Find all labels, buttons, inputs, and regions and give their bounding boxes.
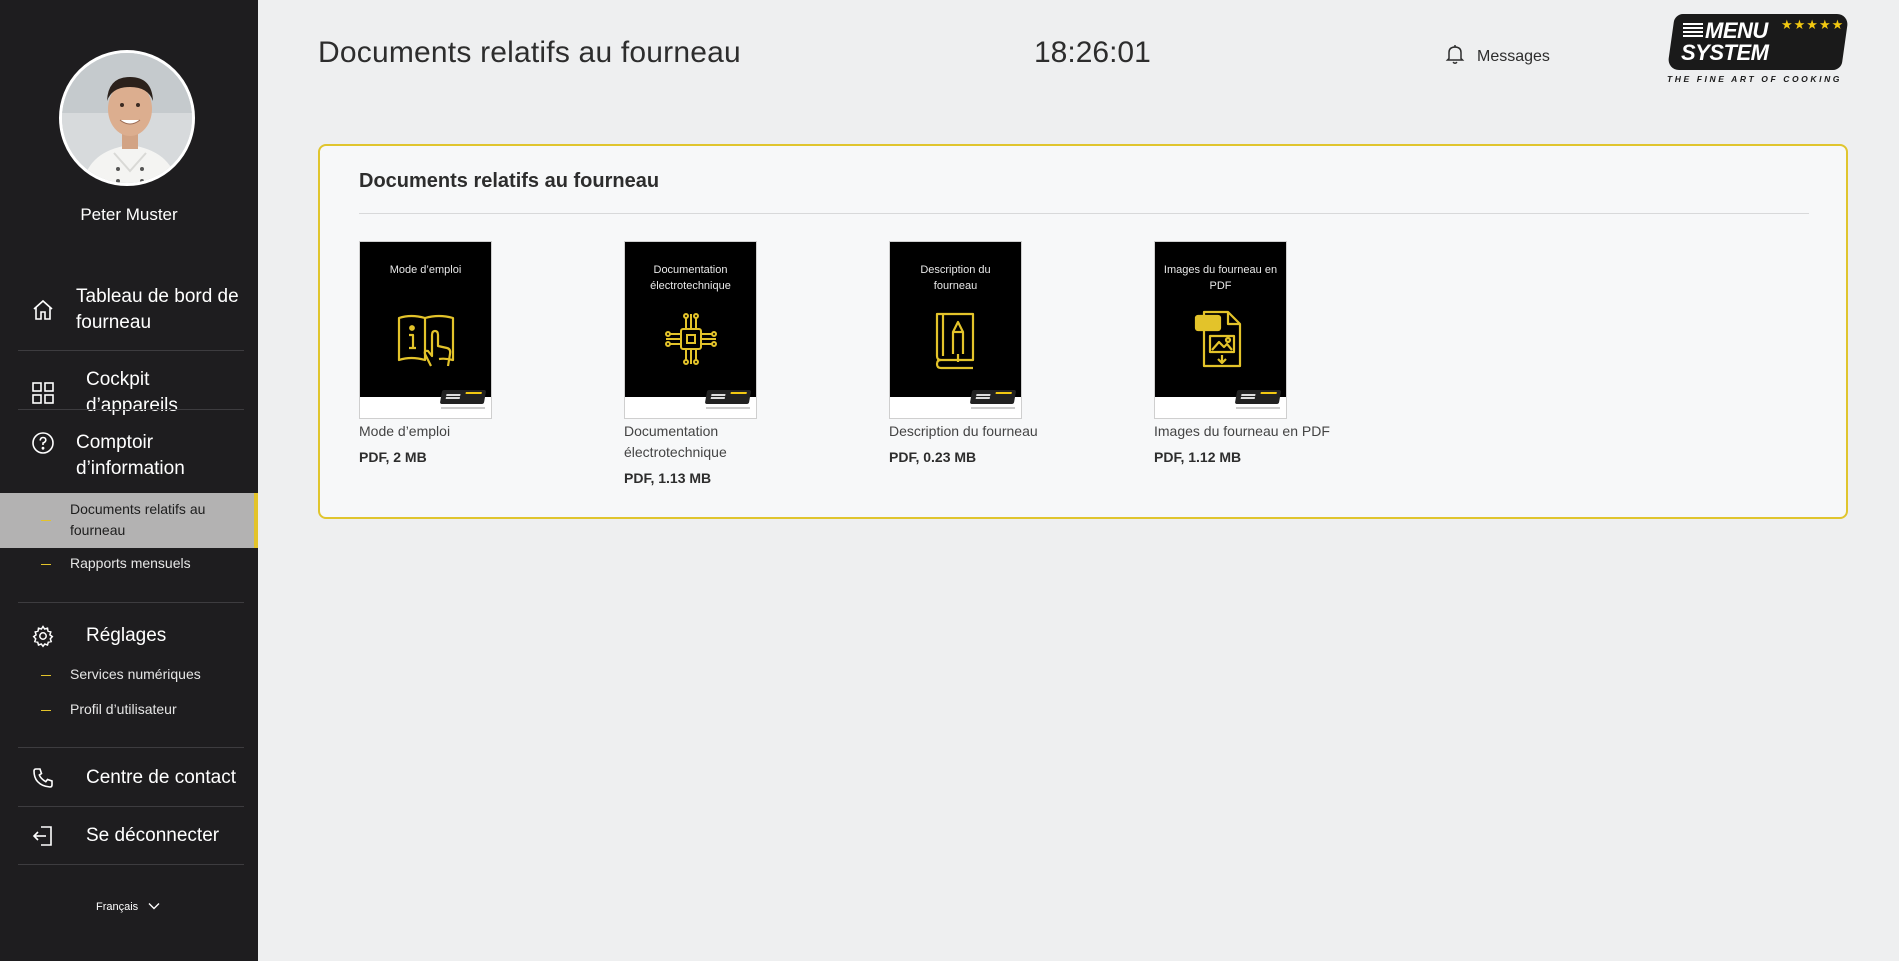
- language-label: Français: [96, 901, 139, 913]
- nav-contact[interactable]: Centre de contact: [18, 765, 244, 791]
- help-circle-icon: [30, 430, 56, 456]
- messages-button[interactable]: Messages: [1445, 43, 1550, 70]
- document-meta: PDF, 2 MB: [359, 449, 427, 465]
- dash-marker: [41, 564, 51, 565]
- nav-contact-label: Centre de contact: [86, 767, 236, 788]
- divider: [18, 409, 244, 410]
- manual-icon: [395, 308, 457, 370]
- document-name[interactable]: Description du fourneau: [889, 421, 1089, 442]
- user-name: Peter Muster: [80, 205, 178, 224]
- dash-marker: [41, 675, 51, 676]
- bell-icon: [1445, 43, 1465, 70]
- document-item[interactable]: Documentation électrotechnique Documenta…: [624, 241, 804, 486]
- subnav-user-profile[interactable]: Profil d’utilisateur: [0, 699, 258, 721]
- document-name[interactable]: Documentation électrotechnique: [624, 421, 804, 463]
- document-meta: PDF, 1.13 MB: [624, 470, 712, 486]
- divider: [18, 350, 244, 351]
- chevron-down-icon: [148, 901, 160, 913]
- sidebar: Peter Muster Tableau de bord de fourneau…: [0, 0, 258, 961]
- logout-icon: [30, 823, 56, 849]
- nav-dashboard[interactable]: Tableau de bord de fourneau: [18, 284, 244, 336]
- document-item[interactable]: Mode d’emploi Mode d’emploi PDF, 2 MB: [359, 241, 559, 465]
- page-title: Documents relatifs au fourneau: [318, 36, 741, 69]
- nav-settings-label: Réglages: [86, 625, 167, 646]
- document-name[interactable]: Images du fourneau en PDF: [1154, 421, 1354, 442]
- nav-dashboard-label: Tableau de bord de fourneau: [76, 286, 239, 333]
- document-name[interactable]: Mode d’emploi: [359, 421, 559, 442]
- document-item[interactable]: Description du fourneau Description du f…: [889, 241, 1089, 465]
- document-thumbnail[interactable]: Description du fourneau: [889, 241, 1022, 419]
- divider: [18, 864, 244, 865]
- subnav-digital-services[interactable]: Services numériques: [0, 664, 258, 686]
- grid-icon: [30, 380, 56, 406]
- nav-info-label: Comptoir d’information: [76, 432, 185, 479]
- divider: [359, 213, 1809, 214]
- messages-label: Messages: [1477, 47, 1550, 65]
- phone-icon: [30, 765, 56, 791]
- subnav-documents-label: Documents relatifs au fourneau: [70, 501, 206, 538]
- nav-settings[interactable]: Réglages: [18, 623, 244, 649]
- clock: 18:26:01: [1034, 36, 1151, 69]
- divider: [18, 602, 244, 603]
- document-meta: PDF, 0.23 MB: [889, 449, 977, 465]
- menu-system-logo: MENU SYSTEM ★★★★★ THE FINE ART OF COOKIN…: [1665, 14, 1849, 86]
- subnav-documents[interactable]: Documents relatifs au fourneau: [0, 493, 258, 548]
- home-icon: [30, 297, 56, 323]
- document-meta: PDF, 1.12 MB: [1154, 449, 1242, 465]
- thumbnail-title: Images du fourneau en PDF: [1163, 264, 1278, 292]
- avatar[interactable]: [59, 50, 195, 186]
- dash-marker: [41, 710, 51, 711]
- divider: [18, 806, 244, 807]
- thumbnail-title: Description du fourneau: [920, 264, 991, 292]
- thumbnail-title: Mode d’emploi: [389, 264, 462, 276]
- dash-marker: [41, 520, 51, 521]
- language-selector[interactable]: Français: [96, 901, 160, 913]
- subnav-monthly-reports[interactable]: Rapports mensuels: [0, 553, 258, 575]
- logo-line2: SYSTEM: [1681, 40, 1769, 65]
- subnav-monthly-reports-label: Rapports mensuels: [70, 555, 191, 571]
- card-title: Documents relatifs au fourneau: [359, 170, 660, 192]
- gear-icon: [30, 623, 56, 649]
- document-thumbnail[interactable]: Images du fourneau en PDF: [1154, 241, 1287, 419]
- nav-cockpit-label: Cockpit d’appareils: [86, 369, 178, 416]
- logo-tagline: THE FINE ART OF COOKING: [1667, 74, 1843, 84]
- nav-logout[interactable]: Se déconnecter: [18, 823, 244, 849]
- documents-card: Documents relatifs au fourneau Mode d’em…: [318, 144, 1848, 519]
- subnav-digital-services-label: Services numériques: [70, 666, 201, 682]
- nav-cockpit[interactable]: Cockpit d’appareils: [18, 367, 244, 419]
- pdf-image-icon: [1190, 308, 1252, 370]
- document-thumbnail[interactable]: Mode d’emploi: [359, 241, 492, 419]
- nav-logout-label: Se déconnecter: [86, 825, 220, 846]
- divider: [18, 747, 244, 748]
- nav-info[interactable]: Comptoir d’information: [18, 430, 244, 482]
- document-thumbnail[interactable]: Documentation électrotechnique: [624, 241, 757, 419]
- subnav-user-profile-label: Profil d’utilisateur: [70, 701, 177, 717]
- book-pen-icon: [925, 308, 987, 370]
- circuit-chip-icon: [660, 308, 722, 370]
- document-item[interactable]: Images du fourneau en PDF Images du four…: [1154, 241, 1354, 465]
- thumbnail-title: Documentation électrotechnique: [650, 264, 731, 292]
- logo-stars: ★★★★★: [1781, 17, 1845, 32]
